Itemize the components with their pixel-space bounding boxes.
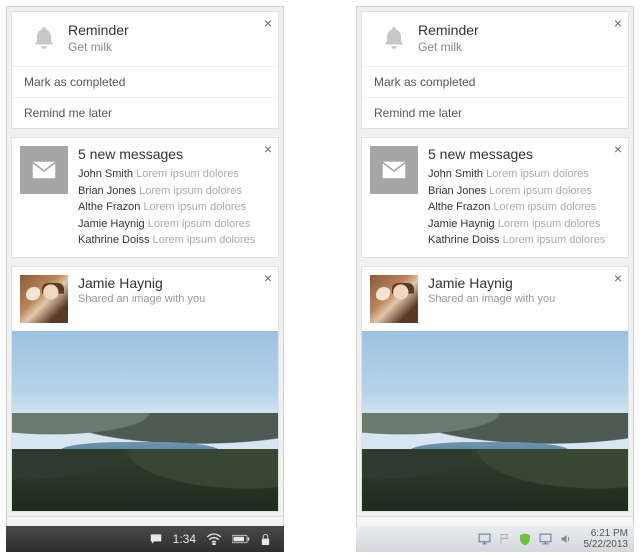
- bell-icon: [20, 22, 68, 54]
- list-item: Jamie Haynig Lorem ipsum dolores: [78, 216, 255, 233]
- close-icon[interactable]: ×: [264, 16, 272, 30]
- windows-taskbar: 6:21 PM 5/22/2013: [356, 526, 634, 552]
- messages-title: 5 new messages: [428, 146, 605, 162]
- remind-later-action[interactable]: Remind me later: [362, 97, 628, 128]
- reminder-body: Get milk: [418, 40, 479, 54]
- mail-icon: [20, 146, 68, 194]
- messages-list: John Smith Lorem ipsum dolores Brian Jon…: [428, 166, 605, 249]
- reminder-card: × Reminder Get milk Mark as completed Re…: [11, 11, 279, 129]
- reminder-title: Reminder: [418, 22, 479, 38]
- avatar: [370, 275, 418, 323]
- avatar: [20, 275, 68, 323]
- list-item: John Smith Lorem ipsum dolores: [78, 166, 255, 183]
- messages-card: × 5 new messages John Smith Lorem ipsum …: [11, 137, 279, 258]
- tray-shield-icon[interactable]: [519, 533, 531, 546]
- tray-network-icon[interactable]: [539, 533, 552, 545]
- mark-completed-action[interactable]: Mark as completed: [12, 66, 278, 97]
- mac-menubar: 1:34: [6, 526, 284, 552]
- tray-monitor-icon[interactable]: [478, 533, 491, 545]
- list-item: Kathrine Doiss Lorem ipsum dolores: [428, 232, 605, 249]
- remind-later-action[interactable]: Remind me later: [12, 97, 278, 128]
- taskbar-clock[interactable]: 6:21 PM 5/22/2013: [584, 528, 629, 550]
- share-title: Jamie Haynig: [78, 275, 205, 291]
- shared-image-card: × Jamie Haynig Shared an image with you: [11, 266, 279, 512]
- share-title: Jamie Haynig: [428, 275, 555, 291]
- shared-image: [362, 331, 628, 511]
- list-item: Brian Jones Lorem ipsum dolores: [428, 183, 605, 200]
- close-icon[interactable]: ×: [614, 16, 622, 30]
- list-item: Jamie Haynig Lorem ipsum dolores: [428, 216, 605, 233]
- shared-image: [12, 331, 278, 511]
- reminder-card: × Reminder Get milk Mark as completed Re…: [361, 11, 629, 129]
- reminder-title: Reminder: [68, 22, 129, 38]
- messages-list: John Smith Lorem ipsum dolores Brian Jon…: [78, 166, 255, 249]
- list-item: John Smith Lorem ipsum dolores: [428, 166, 605, 183]
- tray-flag-icon[interactable]: [499, 533, 511, 545]
- close-icon[interactable]: ×: [614, 271, 622, 285]
- battery-icon[interactable]: [232, 534, 250, 544]
- close-icon[interactable]: ×: [264, 271, 272, 285]
- mark-completed-action[interactable]: Mark as completed: [362, 66, 628, 97]
- close-icon[interactable]: ×: [614, 142, 622, 156]
- list-item: Kathrine Doiss Lorem ipsum dolores: [78, 232, 255, 249]
- messages-card: × 5 new messages John Smith Lorem ipsum …: [361, 137, 629, 258]
- shared-image-card: × Jamie Haynig Shared an image with you: [361, 266, 629, 512]
- notification-center-left: × Reminder Get milk Mark as completed Re…: [6, 6, 284, 548]
- list-item: Brian Jones Lorem ipsum dolores: [78, 183, 255, 200]
- list-item: Althe Frazon Lorem ipsum dolores: [428, 199, 605, 216]
- chat-icon[interactable]: [149, 532, 163, 546]
- tray-volume-icon[interactable]: [560, 533, 572, 545]
- wifi-icon[interactable]: [206, 533, 222, 545]
- notification-center-right: × Reminder Get milk Mark as completed Re…: [356, 6, 634, 548]
- messages-title: 5 new messages: [78, 146, 255, 162]
- lock-icon[interactable]: [260, 533, 271, 546]
- close-icon[interactable]: ×: [264, 142, 272, 156]
- clock-time: 1:34: [173, 532, 196, 546]
- share-subtitle: Shared an image with you: [428, 293, 555, 305]
- reminder-body: Get milk: [68, 40, 129, 54]
- mail-icon: [370, 146, 418, 194]
- share-subtitle: Shared an image with you: [78, 293, 205, 305]
- bell-icon: [370, 22, 418, 54]
- list-item: Althe Frazon Lorem ipsum dolores: [78, 199, 255, 216]
